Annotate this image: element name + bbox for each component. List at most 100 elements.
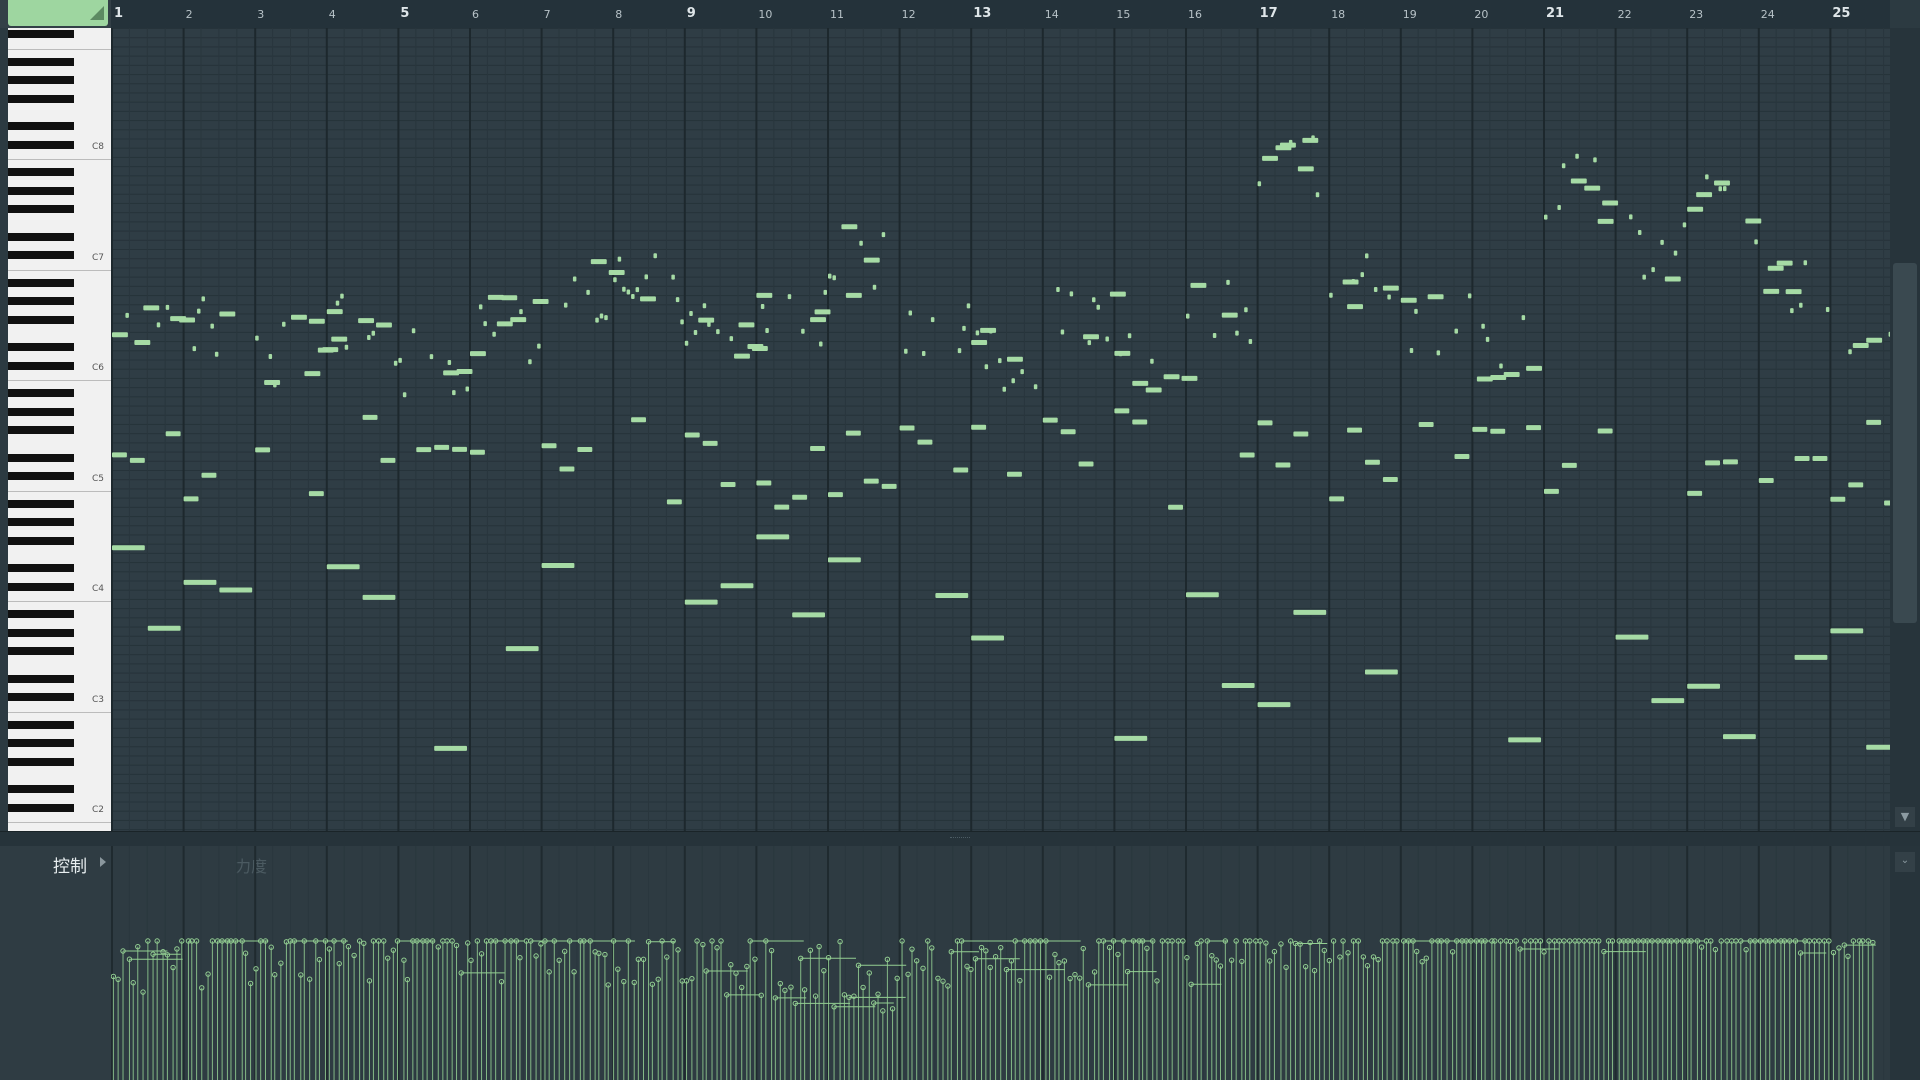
- note[interactable]: [975, 330, 980, 336]
- scroll-down-button[interactable]: ▼: [1895, 807, 1915, 827]
- note[interactable]: [684, 340, 689, 346]
- note[interactable]: [1597, 428, 1613, 434]
- note[interactable]: [841, 224, 858, 230]
- piano-roll-grid[interactable]: [111, 28, 1890, 831]
- black-key[interactable]: [8, 122, 74, 131]
- note[interactable]: [671, 274, 675, 280]
- note[interactable]: [971, 339, 988, 345]
- note[interactable]: [1544, 488, 1559, 494]
- note[interactable]: [380, 457, 396, 463]
- note[interactable]: [1472, 426, 1488, 432]
- note[interactable]: [1118, 351, 1123, 357]
- note[interactable]: [335, 300, 340, 306]
- note[interactable]: [1848, 349, 1852, 355]
- black-key[interactable]: [8, 647, 74, 656]
- black-key[interactable]: [8, 407, 74, 416]
- note[interactable]: [608, 270, 625, 276]
- note[interactable]: [452, 446, 467, 452]
- note[interactable]: [1544, 214, 1548, 220]
- note[interactable]: [192, 346, 197, 352]
- note[interactable]: [984, 364, 989, 370]
- note[interactable]: [801, 328, 805, 334]
- note[interactable]: [219, 587, 253, 593]
- note[interactable]: [1329, 496, 1345, 502]
- note[interactable]: [1718, 186, 1722, 192]
- note[interactable]: [1830, 496, 1846, 502]
- note[interactable]: [1597, 218, 1614, 224]
- black-key[interactable]: [8, 94, 74, 103]
- note[interactable]: [1570, 178, 1587, 184]
- note[interactable]: [917, 439, 933, 445]
- note[interactable]: [1226, 279, 1230, 285]
- note[interactable]: [1575, 153, 1579, 159]
- note[interactable]: [1365, 669, 1398, 675]
- note[interactable]: [684, 432, 700, 438]
- note[interactable]: [1866, 744, 1890, 750]
- note[interactable]: [1114, 735, 1148, 741]
- note[interactable]: [197, 308, 201, 314]
- note[interactable]: [644, 274, 648, 280]
- piano-keyboard[interactable]: C8 C7 C6 C5 C4 C3 C2: [8, 28, 113, 831]
- note[interactable]: [698, 317, 715, 323]
- note[interactable]: [729, 336, 734, 342]
- black-key[interactable]: [8, 76, 74, 85]
- note[interactable]: [1288, 139, 1293, 145]
- note[interactable]: [930, 317, 935, 323]
- bar-number[interactable]: 6: [472, 8, 479, 21]
- note[interactable]: [1365, 459, 1380, 465]
- black-key[interactable]: [8, 315, 74, 324]
- note[interactable]: [183, 496, 199, 502]
- note[interactable]: [1508, 737, 1541, 743]
- chevron-right-icon[interactable]: [100, 857, 106, 867]
- panel-divider[interactable]: [0, 831, 1920, 847]
- note[interactable]: [340, 293, 344, 299]
- snap-tab[interactable]: [8, 0, 108, 26]
- black-key[interactable]: [8, 785, 74, 794]
- black-key[interactable]: [8, 518, 74, 527]
- black-key[interactable]: [8, 297, 74, 306]
- note[interactable]: [631, 417, 646, 423]
- note[interactable]: [1803, 260, 1808, 266]
- black-key[interactable]: [8, 610, 74, 619]
- note[interactable]: [308, 491, 324, 497]
- note[interactable]: [1418, 421, 1434, 427]
- note[interactable]: [1347, 304, 1363, 310]
- note[interactable]: [1503, 372, 1520, 378]
- note[interactable]: [492, 331, 496, 337]
- black-key[interactable]: [8, 472, 74, 481]
- note[interactable]: [1705, 174, 1709, 180]
- note[interactable]: [1315, 192, 1320, 198]
- note[interactable]: [1092, 297, 1096, 303]
- note[interactable]: [599, 313, 604, 319]
- note[interactable]: [953, 467, 969, 473]
- velocity-editor[interactable]: 力度: [111, 846, 1890, 1080]
- note[interactable]: [1687, 490, 1703, 496]
- note[interactable]: [1329, 292, 1333, 298]
- note[interactable]: [1293, 431, 1309, 437]
- note[interactable]: [881, 232, 886, 238]
- black-key[interactable]: [8, 251, 74, 260]
- note[interactable]: [255, 447, 271, 453]
- note[interactable]: [966, 303, 971, 309]
- note[interactable]: [416, 447, 432, 453]
- note[interactable]: [622, 286, 626, 292]
- note[interactable]: [112, 332, 128, 338]
- note[interactable]: [586, 289, 590, 295]
- note[interactable]: [640, 296, 656, 302]
- note[interactable]: [1866, 337, 1883, 343]
- note[interactable]: [1794, 455, 1810, 461]
- note[interactable]: [693, 329, 698, 335]
- note[interactable]: [989, 328, 993, 334]
- note[interactable]: [532, 299, 549, 305]
- note[interactable]: [734, 353, 750, 359]
- note[interactable]: [1454, 328, 1458, 334]
- note[interactable]: [1526, 425, 1541, 431]
- note[interactable]: [1056, 287, 1060, 293]
- velocity-scrollbar[interactable]: ⌄: [1890, 846, 1920, 1080]
- note[interactable]: [716, 329, 720, 335]
- note[interactable]: [810, 446, 825, 452]
- note[interactable]: [1347, 427, 1362, 433]
- note[interactable]: [899, 425, 915, 431]
- note[interactable]: [1745, 218, 1762, 224]
- bar-ruler[interactable]: 1 2 3 4 5 6 7 8 9 10 11 12 13 14 15 16 17 18 19 20 21 22 23 24 2…: [111, 0, 1890, 29]
